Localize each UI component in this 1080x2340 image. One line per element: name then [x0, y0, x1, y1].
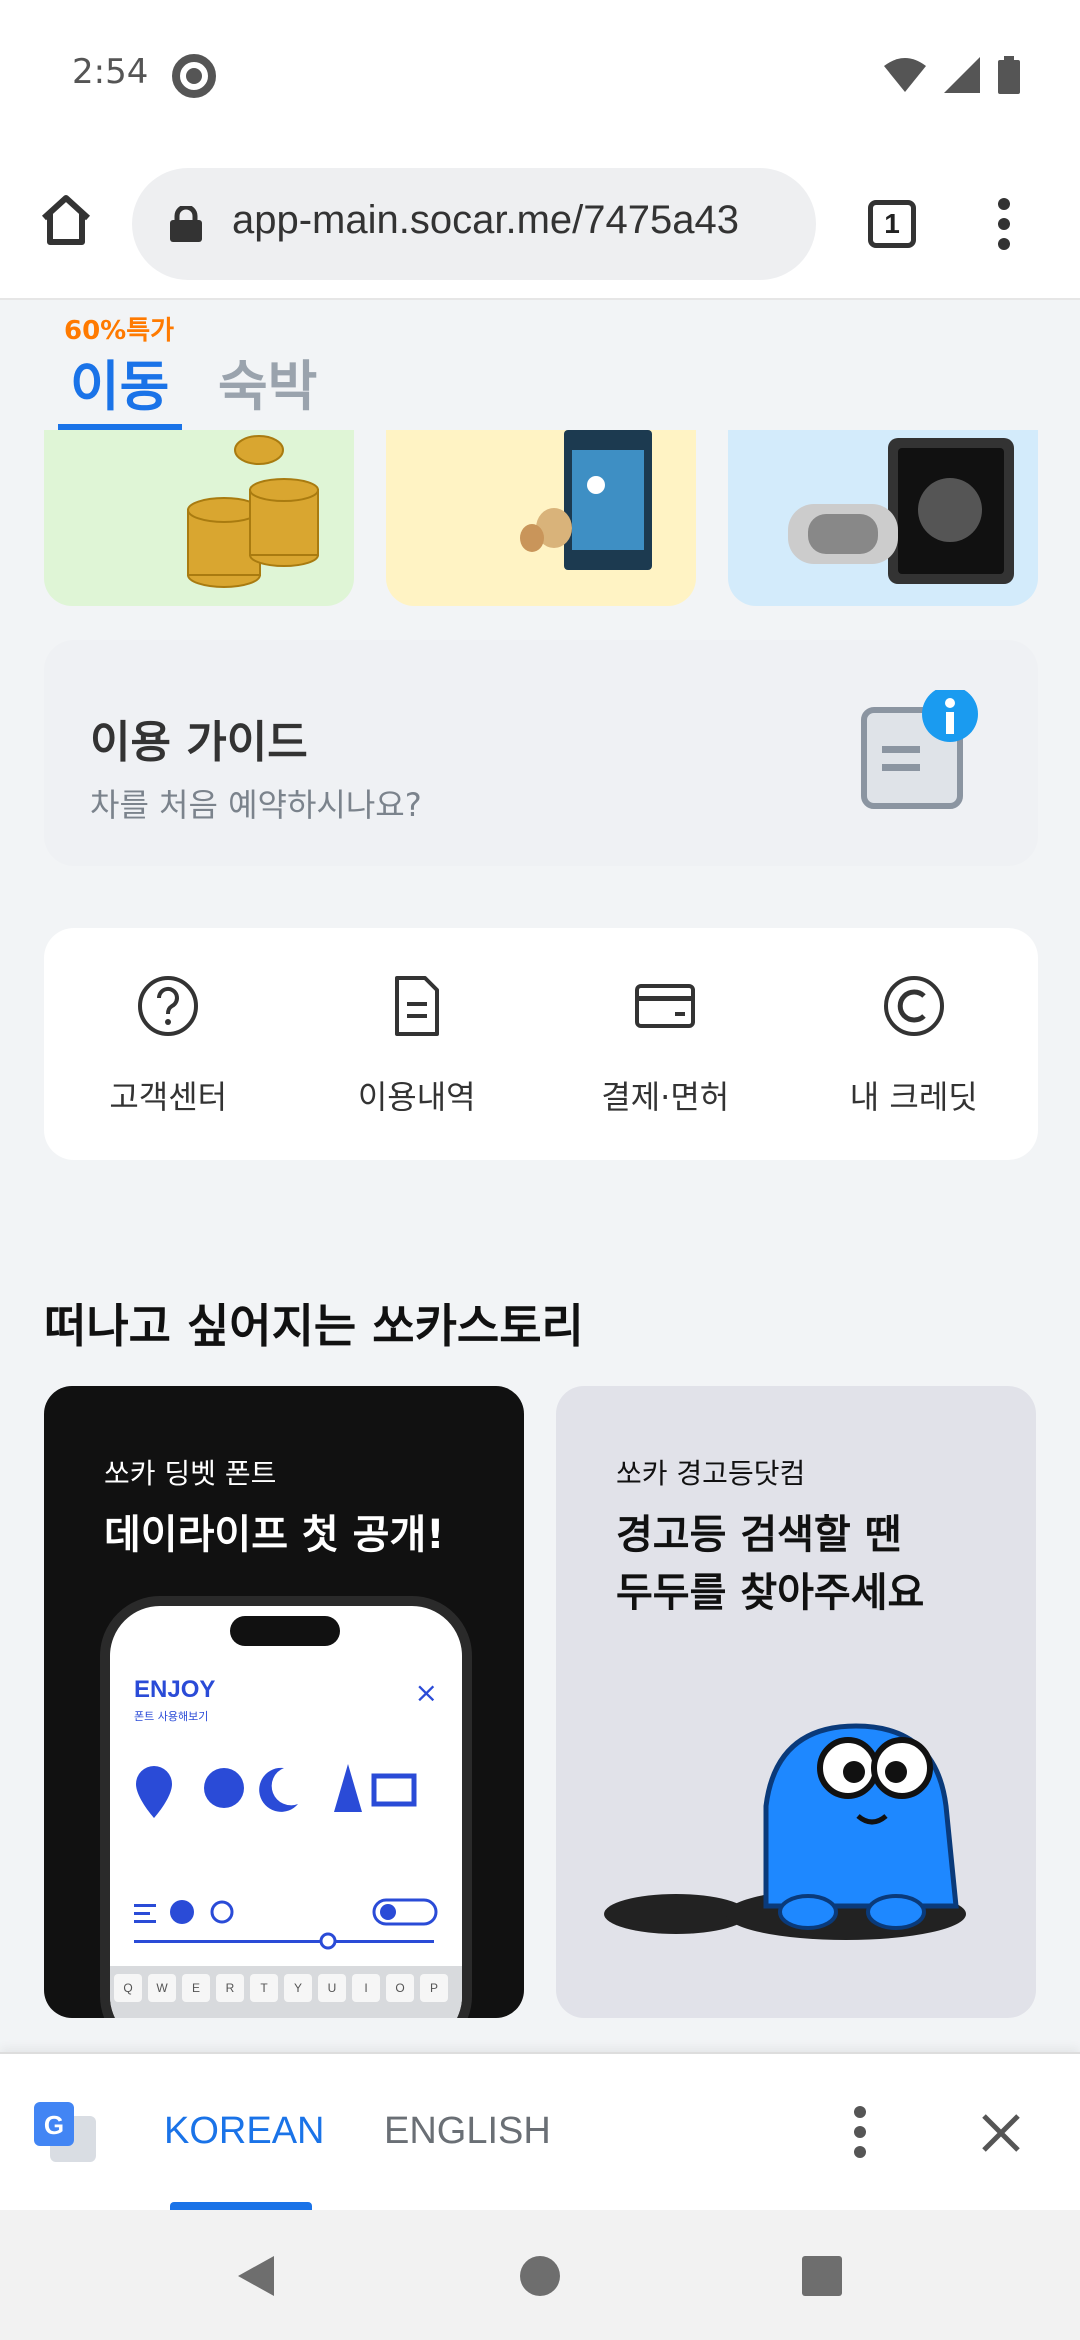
menu-my-credit[interactable]: 내 크레딧: [790, 928, 1039, 1160]
dot-icon: [998, 238, 1010, 250]
browser-menu-button[interactable]: [984, 196, 1024, 252]
google-translate-icon: G: [34, 2102, 96, 2162]
close-icon[interactable]: [978, 2110, 1024, 2156]
dot-icon: [854, 2146, 866, 2158]
tab-stay[interactable]: 숙박: [218, 342, 317, 421]
lang-english-tab[interactable]: ENGLISH: [384, 2110, 551, 2153]
story-section-title: 떠나고 싶어지는 쏘카스토리: [44, 1299, 584, 1353]
dot-icon: [998, 218, 1010, 230]
browser-toolbar: app-main.socar.me/7475a43 1: [0, 150, 1080, 300]
story-card-warning-light[interactable]: 쏘카 경고등닷컴 경고등 검색할 땐 두두를 찾아주세요: [556, 1386, 1036, 2018]
story-card-title: 데이라이프 첫 공개!: [104, 1506, 445, 1564]
url-bar[interactable]: app-main.socar.me/7475a43: [132, 168, 816, 280]
guide-subtitle: 차를 처음 예약하시나요?: [90, 786, 422, 824]
translate-more-button[interactable]: [840, 2102, 880, 2162]
document-icon: [394, 976, 439, 1036]
coins-image: [187, 435, 319, 588]
promo-card-coins[interactable]: [44, 430, 354, 606]
help-circle-icon: [138, 976, 199, 1036]
phone-keyboard: QWERTYUIOP: [110, 1966, 462, 2018]
close-icon: ×: [414, 1676, 438, 1709]
recents-icon[interactable]: [802, 2256, 842, 2296]
promo-card-devices[interactable]: [728, 430, 1038, 606]
menu-customer-center[interactable]: 고객센터: [44, 928, 293, 1160]
devices-image: [788, 438, 1014, 584]
home-icon[interactable]: [36, 190, 96, 250]
active-lang-indicator: [170, 2202, 312, 2210]
menu-label: 내 크레딧: [849, 1078, 978, 1116]
url-text: app-main.socar.me/7475a43: [232, 198, 739, 242]
page-content: 60%특가 이동 숙박 이용 가이드 차를 처음 예약하시나요? 고객센터 이용…: [0, 302, 1080, 2052]
story-card-subtitle: 쏘카 경고등닷컴: [616, 1457, 806, 1490]
key: R: [216, 1974, 244, 2002]
dot-icon: [998, 198, 1010, 210]
story-card-title-line: 두두를 찾아주세요: [616, 1570, 925, 1616]
guide-title: 이용 가이드: [90, 717, 308, 768]
key: O: [386, 1974, 414, 2002]
card-icon: [635, 984, 696, 1028]
lock-icon: [170, 206, 202, 242]
key: U: [318, 1974, 346, 2002]
tab-switcher-button[interactable]: 1: [868, 200, 916, 248]
menu-label: 결제·면허: [601, 1078, 730, 1116]
key: Y: [284, 1974, 312, 2002]
tab-move[interactable]: 이동: [70, 342, 169, 421]
category-tabs: 60%특가 이동 숙박: [0, 302, 1080, 430]
menu-label: 이용내역: [357, 1078, 476, 1116]
wifi-icon: [884, 58, 926, 92]
enjoy-subtext: 폰트 사용해보기: [134, 1710, 209, 1723]
dudu-mascot-image: [604, 1723, 966, 1940]
translate-bar: G KOREAN ENGLISH: [0, 2052, 1080, 2210]
phone-mockup-image: ENJOY 폰트 사용해보기 × QW E R T Y U I O P: [100, 1596, 472, 2018]
story-card-font[interactable]: 쏘카 딩벳 폰트 데이라이프 첫 공개! ENJOY 폰트 사용해보기 × Q …: [44, 1386, 524, 2018]
socar-card-image: [520, 430, 652, 570]
key: Q: [114, 1974, 142, 2002]
lang-korean-tab[interactable]: KOREAN: [164, 2110, 324, 2153]
status-icons: [884, 55, 1020, 95]
key: W: [148, 1974, 176, 2002]
story-card-title-line: 데이라이프 첫 공개!: [104, 1512, 445, 1558]
quick-menu: 고객센터 이용내역 결제·면허 내 크레딧: [44, 928, 1038, 1160]
status-time: 2:54: [72, 52, 149, 92]
sync-app-icon: [172, 54, 216, 98]
credit-c-icon: [883, 976, 944, 1036]
menu-label: 고객센터: [109, 1078, 228, 1116]
dot-icon: [854, 2106, 866, 2118]
home-nav-icon[interactable]: [520, 2256, 560, 2296]
svg-text:G: G: [44, 2110, 64, 2140]
back-icon[interactable]: [234, 2254, 278, 2298]
guide-document-info-icon: [861, 690, 978, 809]
promo-card-card[interactable]: [386, 430, 696, 606]
story-card-subtitle: 쏘카 딩벳 폰트: [104, 1457, 277, 1490]
key: E: [182, 1974, 210, 2002]
status-bar: 2:54: [0, 0, 1080, 150]
phone-slider-controls: [134, 1898, 438, 1950]
story-card-title: 경고등 검색할 땐 두두를 찾아주세요: [616, 1506, 924, 1622]
phone-notch: [230, 1616, 340, 1646]
menu-payment-license[interactable]: 결제·면허: [541, 928, 790, 1160]
dingbat-icons: [136, 1764, 417, 1818]
usage-guide-card[interactable]: 이용 가이드 차를 처음 예약하시나요?: [44, 640, 1038, 866]
key: I: [352, 1974, 380, 2002]
signal-icon: [944, 57, 980, 93]
battery-icon: [998, 56, 1020, 94]
dot-icon: [854, 2126, 866, 2138]
system-nav-bar: [0, 2210, 1080, 2340]
key: T: [250, 1974, 278, 2002]
menu-usage-history[interactable]: 이용내역: [293, 928, 542, 1160]
story-card-title-line: 경고등 검색할 땐: [616, 1512, 902, 1558]
enjoy-text: ENJOY: [134, 1676, 216, 1703]
key: P: [420, 1974, 448, 2002]
